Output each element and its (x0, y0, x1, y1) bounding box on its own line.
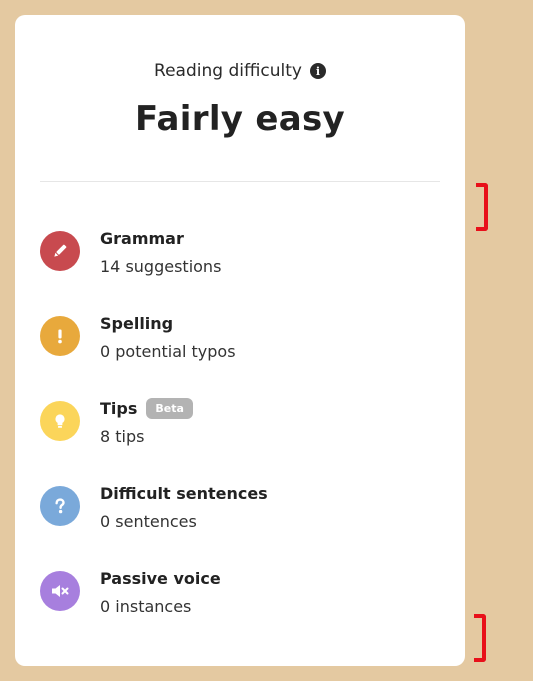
readability-card: Reading difficulty i Fairly easy Grammar (15, 15, 465, 666)
metric-tips[interactable]: Tips Beta 8 tips (40, 395, 440, 480)
metrics-list: Grammar 14 suggestions Spelling 0 potent… (40, 225, 440, 650)
divider (40, 181, 440, 182)
metric-title: Spelling (100, 313, 174, 333)
metric-title: Passive voice (100, 568, 221, 588)
question-icon (40, 486, 80, 526)
exclamation-icon (40, 316, 80, 356)
reading-difficulty-label: Reading difficulty (154, 61, 302, 81)
annotation-bracket-top (476, 183, 488, 231)
metric-spelling[interactable]: Spelling 0 potential typos (40, 310, 440, 395)
metric-title: Tips (100, 398, 138, 418)
reading-difficulty-header: Reading difficulty i (154, 59, 326, 83)
metric-subtitle: 8 tips (100, 427, 145, 446)
metric-grammar[interactable]: Grammar 14 suggestions (40, 225, 440, 310)
pencil-icon (40, 231, 80, 271)
metric-passive-voice[interactable]: Passive voice 0 instances (40, 565, 440, 650)
metric-subtitle: 0 instances (100, 597, 192, 616)
metric-title: Grammar (100, 228, 184, 248)
annotation-bracket-bottom (474, 614, 486, 662)
reading-difficulty-section: Reading difficulty i Fairly easy (15, 59, 465, 139)
lightbulb-icon (40, 401, 80, 441)
metric-difficult-sentences[interactable]: Difficult sentences 0 sentences (40, 480, 440, 565)
metric-subtitle: 0 potential typos (100, 342, 236, 361)
beta-badge: Beta (146, 397, 193, 419)
metric-subtitle: 14 suggestions (100, 257, 222, 276)
info-icon[interactable]: i (309, 63, 326, 79)
metric-title: Difficult sentences (100, 483, 268, 503)
metric-subtitle: 0 sentences (100, 512, 197, 531)
muted-speaker-icon (40, 571, 80, 611)
reading-difficulty-value: Fairly easy (135, 99, 345, 139)
